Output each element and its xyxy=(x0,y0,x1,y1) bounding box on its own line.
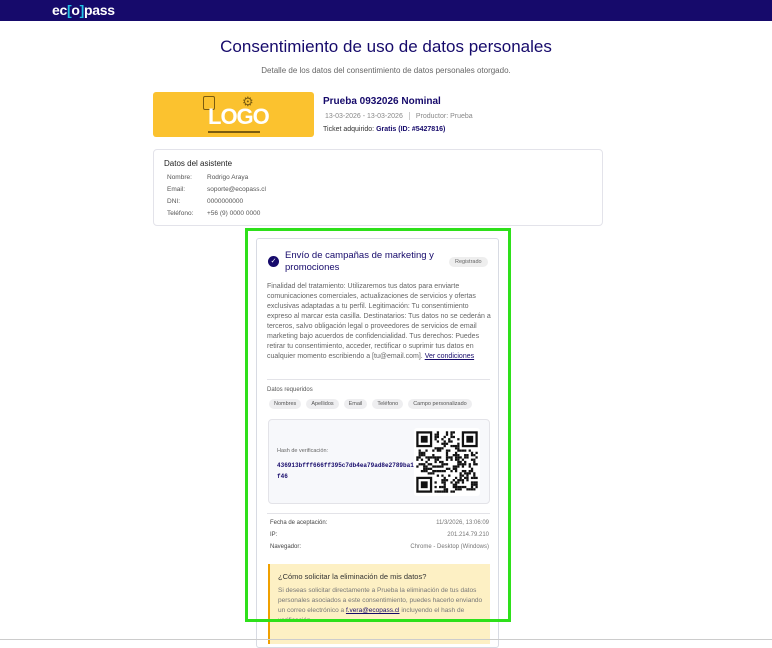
row-key: Email: xyxy=(167,186,186,193)
event-image: ⚙ LOGO xyxy=(153,92,314,137)
meta-value: 201.214.79.210 xyxy=(447,532,489,538)
meta-key: Fecha de aceptación: xyxy=(270,520,328,526)
meta-key: IP: xyxy=(270,532,278,538)
meta-row: Fecha de aceptación: 11/3/2026, 13:06:09 xyxy=(270,520,489,526)
chip: Email xyxy=(343,399,368,409)
ticket-value: Gratis (ID: #5427816) xyxy=(376,126,446,133)
consent-title: Envío de campañas de marketing y promoci… xyxy=(285,250,434,273)
event-ticket: Ticket adquirido: Gratis (ID: #5427816) xyxy=(323,126,445,133)
event-title: Prueba 0932026 Nominal xyxy=(323,96,441,107)
chip: Nombres xyxy=(269,399,302,409)
ecopass-logo[interactable]: ec[o]pass xyxy=(52,2,115,18)
event-dates: 13-03-2026 - 13-03-2026 Productor: Prueba xyxy=(325,112,473,120)
hash-value: 436913bfff666ff395c7db4ea79ad8e2789ba1f4… xyxy=(277,462,414,480)
hash-label: Hash de verificación: xyxy=(277,448,329,454)
qr-code xyxy=(414,428,480,496)
deletion-info-box: ¿Cómo solicitar la eliminación de mis da… xyxy=(268,564,490,644)
logo-part: o xyxy=(71,2,80,18)
row-key: DNI: xyxy=(167,198,180,205)
row-value: +56 (9) 0000 0000 xyxy=(207,210,261,217)
status-badge: Registrado xyxy=(449,257,488,267)
deletion-text: Si deseas solicitar directamente a Prueb… xyxy=(278,586,488,626)
required-data-label: Datos requeridos xyxy=(267,387,313,393)
deletion-email-link[interactable]: f.vera@ecopass.cl xyxy=(346,607,400,614)
chip: Teléfono xyxy=(372,399,404,409)
attendee-row: Teléfono: +56 (9) 0000 0000 xyxy=(167,210,260,217)
description-text: Finalidad del tratamiento: Utilizaremos … xyxy=(267,283,491,360)
meta-value: Chrome - Desktop (Windows) xyxy=(410,544,489,550)
event-date-range: 13-03-2026 - 13-03-2026 xyxy=(325,112,403,120)
chip: Apellidos xyxy=(306,399,339,409)
meta-value: 11/3/2026, 13:06:09 xyxy=(436,520,489,526)
hash-box: Hash de verificación: 436913bfff666ff395… xyxy=(268,419,490,504)
row-value: Rodrigo Araya xyxy=(207,174,249,181)
attendee-row: Nombre: Rodrigo Araya xyxy=(167,174,248,181)
logo-part: pass xyxy=(84,2,115,18)
navbar: ec[o]pass xyxy=(0,0,772,21)
attendee-card: Datos del asistente Nombre: Rodrigo Araya… xyxy=(153,149,603,226)
chip: Campo personalizado xyxy=(408,399,472,409)
attendee-row: Email: soporte@ecopass.cl xyxy=(167,186,266,193)
view-conditions-link[interactable]: Ver condiciones xyxy=(425,353,474,360)
row-value: soporte@ecopass.cl xyxy=(207,186,266,193)
check-circle-icon: ✓ xyxy=(268,256,279,267)
event-producer: Productor: Prueba xyxy=(415,112,473,120)
consent-card: ✓ Envío de campañas de marketing y promo… xyxy=(256,238,499,648)
row-key: Nombre: xyxy=(167,174,192,181)
required-data-chips: Nombres Apellidos Email Teléfono Campo p… xyxy=(269,399,472,409)
row-value: 0000000000 xyxy=(207,198,244,205)
row-key: Teléfono: xyxy=(167,210,194,217)
deletion-title: ¿Cómo solicitar la eliminación de mis da… xyxy=(278,572,427,581)
meta-row: Navegador: Chrome - Desktop (Windows) xyxy=(270,544,489,550)
meta-key: Navegador: xyxy=(270,544,302,550)
logo-part: ec xyxy=(52,2,67,18)
consent-description: Finalidad del tratamiento: Utilizaremos … xyxy=(267,282,492,362)
logo-placeholder-text: LOGO xyxy=(208,104,270,129)
attendee-title: Datos del asistente xyxy=(164,159,233,168)
page-title: Consentimiento de uso de datos personale… xyxy=(220,37,552,56)
ticket-label: Ticket adquirido: xyxy=(323,126,375,133)
page-subtitle: Detalle de los datos del consentimiento … xyxy=(261,66,511,75)
meta-row: IP: 201.214.79.210 xyxy=(270,532,489,538)
attendee-row: DNI: 0000000000 xyxy=(167,198,243,205)
